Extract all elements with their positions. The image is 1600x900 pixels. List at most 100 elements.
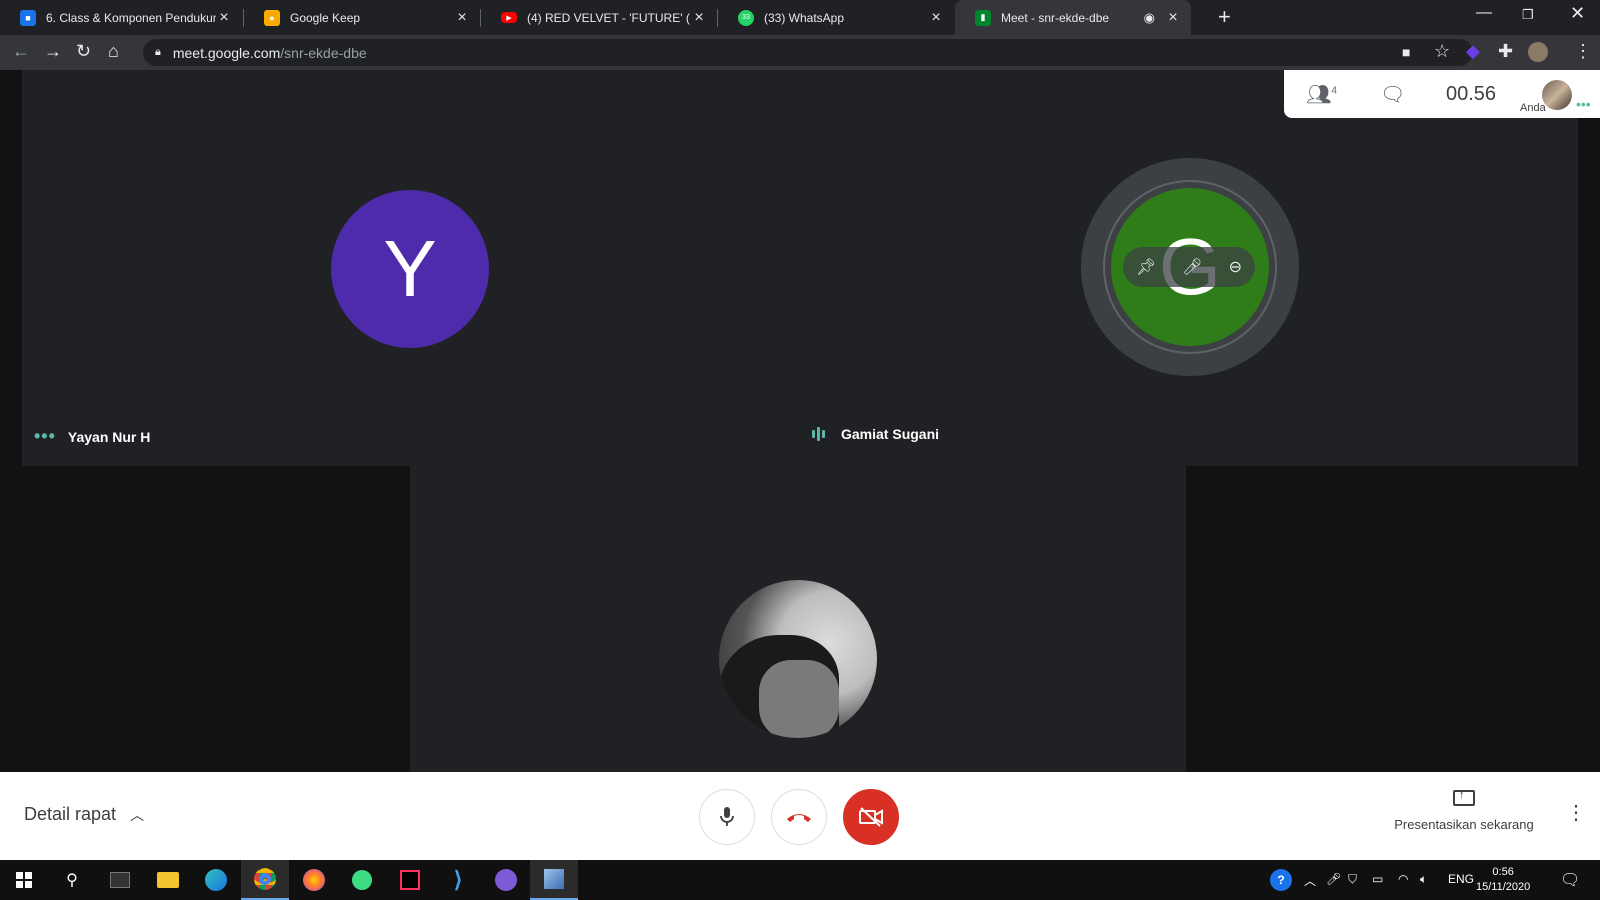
- maps-app-icon[interactable]: [338, 860, 386, 900]
- tab-label: (4) RED VELVET - 'FUTURE' (미래): [527, 11, 691, 25]
- participant-name-text: Yayan Nur H: [67, 428, 151, 445]
- url-path: /snr-ekde-dbe: [280, 44, 367, 61]
- help-icon[interactable]: ?: [1270, 869, 1292, 891]
- forward-icon[interactable]: →: [44, 41, 62, 62]
- back-icon[interactable]: ←: [12, 41, 30, 62]
- audio-level-icon: [812, 427, 827, 441]
- meeting-details-button[interactable]: Detail rapat ︿: [24, 804, 144, 825]
- home-icon[interactable]: ⌂: [108, 41, 119, 62]
- close-icon[interactable]: ×: [1165, 9, 1181, 27]
- notifications-icon[interactable]: 🗨︎: [1560, 870, 1580, 890]
- participant-name: Gamiat Sugani: [812, 426, 939, 442]
- video-off-icon: [859, 807, 883, 827]
- start-button[interactable]: [0, 860, 48, 900]
- meet-favicon: ▮: [975, 9, 991, 26]
- present-now-button[interactable]: Presentasikan sekarang: [1384, 789, 1544, 832]
- browser-tab-bar: ■ 6. Class & Komponen Pendukung × ● Goog…: [0, 0, 1600, 35]
- show-hidden-icons[interactable]: ︿: [1304, 872, 1316, 889]
- intellij-icon[interactable]: [386, 860, 434, 900]
- camera-icon[interactable]: ■: [1402, 44, 1410, 60]
- profile-avatar[interactable]: [1528, 42, 1548, 62]
- tab-whatsapp[interactable]: 33 (33) WhatsApp ×: [718, 0, 954, 35]
- github-desktop-icon[interactable]: [482, 860, 530, 900]
- more-dots-icon: •••: [34, 426, 56, 446]
- people-icon[interactable]: 👥︎4: [1306, 82, 1337, 107]
- present-now-label: Presentasikan sekarang: [1394, 817, 1534, 832]
- file-explorer-icon[interactable]: [144, 860, 192, 900]
- tab-google-keep[interactable]: ● Google Keep ×: [244, 0, 480, 35]
- recording-icon: ◉: [1143, 9, 1155, 25]
- minimize-icon[interactable]: —: [1476, 4, 1492, 22]
- meeting-info-panel: 👥︎4 🗨︎ 00.56 Anda •••: [1284, 70, 1600, 118]
- close-icon[interactable]: ×: [454, 9, 470, 27]
- camera-off-button[interactable]: [843, 789, 899, 845]
- chrome-icon[interactable]: [241, 860, 289, 900]
- tab-label: Google Keep: [290, 10, 361, 25]
- participant-tile-gamiat[interactable]: G 📌︎ 🎤︎ ⊖ Gamiat Sugani: [800, 70, 1578, 466]
- self-view-tile[interactable]: [410, 466, 1186, 772]
- new-tab-icon[interactable]: +: [1218, 4, 1231, 30]
- extension-icon[interactable]: ◆: [1466, 41, 1480, 62]
- volume-icon[interactable]: 🔈︎: [1420, 872, 1427, 887]
- tab-label: (33) WhatsApp: [764, 10, 845, 25]
- self-label: Anda: [1520, 102, 1546, 114]
- puzzle-icon[interactable]: ✚: [1498, 41, 1513, 62]
- participant-name-text: Gamiat Sugani: [841, 426, 940, 442]
- keep-favicon: ●: [264, 9, 280, 26]
- leave-call-button[interactable]: [771, 789, 827, 845]
- microphone-icon: [720, 807, 734, 826]
- tab-meet[interactable]: ▮ Meet - snr-ekde-dbe ◉ ×: [955, 0, 1191, 35]
- browser-toolbar: ← → ↻ ⌂ 🔒︎ meet.google.com /snr-ekde-dbe…: [0, 35, 1600, 70]
- avatar-initial: Y: [383, 224, 437, 313]
- more-options-icon[interactable]: ⋮: [1566, 800, 1586, 825]
- restore-icon[interactable]: ❐: [1522, 7, 1534, 23]
- window-close-icon[interactable]: ✕: [1570, 3, 1585, 24]
- participant-count: 4: [1331, 85, 1337, 97]
- meeting-details-label: Detail rapat: [24, 804, 117, 824]
- hang-up-icon: [787, 814, 811, 822]
- menu-icon[interactable]: ⋮: [1574, 41, 1592, 62]
- star-icon[interactable]: ☆: [1434, 41, 1450, 62]
- taskbar-time: 0:56: [1492, 866, 1514, 878]
- taskbar-clock[interactable]: 0:56 15/11/2020: [1476, 865, 1530, 895]
- tab-class[interactable]: ■ 6. Class & Komponen Pendukung ×: [0, 0, 242, 35]
- reload-icon[interactable]: ↻: [76, 41, 91, 62]
- participant-tile-yayan[interactable]: Y ••• Yayan Nur H: [22, 70, 800, 466]
- self-avatar[interactable]: [1542, 80, 1572, 110]
- close-icon[interactable]: ×: [216, 9, 232, 27]
- url-host: meet.google.com: [172, 44, 281, 61]
- battery-icon[interactable]: ▭: [1372, 872, 1383, 886]
- security-icon[interactable]: ⛉: [1348, 872, 1357, 887]
- windows-taskbar: ⚲ ⟩ ? ︿ 🎤︎ ⛉ ▭ ◠ 🔈︎ ENG 0:56 15/11/2020 …: [0, 860, 1600, 900]
- chevron-up-icon: ︿: [130, 806, 145, 823]
- present-screen-icon: [1453, 789, 1475, 806]
- tile-hover-controls: 📌︎ 🎤︎ ⊖: [1123, 247, 1255, 287]
- tab-youtube[interactable]: ▶ (4) RED VELVET - 'FUTURE' (미래) ×: [481, 0, 717, 35]
- meeting-controls-bar: Detail rapat ︿ Presentasikan sekarang ⋮: [0, 772, 1600, 860]
- pin-icon[interactable]: 📌︎: [1136, 257, 1156, 277]
- virtualbox-icon[interactable]: [530, 860, 578, 900]
- class-favicon: ■: [20, 9, 36, 26]
- close-icon[interactable]: ×: [928, 9, 944, 27]
- tab-label: Meet - snr-ekde-dbe: [1001, 10, 1110, 25]
- firefox-icon[interactable]: [290, 860, 338, 900]
- meeting-stage: Y ••• Yayan Nur H G 📌︎ 🎤︎ ⊖ Gamiat Sugan…: [0, 70, 1600, 772]
- mute-participant-icon[interactable]: 🎤︎: [1182, 257, 1202, 277]
- close-icon[interactable]: ×: [691, 9, 707, 27]
- remove-participant-icon[interactable]: ⊖: [1229, 257, 1242, 277]
- more-dots-icon: •••: [1576, 96, 1591, 112]
- edge-icon[interactable]: [192, 860, 240, 900]
- windows-icon: [16, 872, 32, 888]
- microphone-button[interactable]: [699, 789, 755, 845]
- meeting-clock: 00.56: [1446, 83, 1497, 105]
- address-bar[interactable]: 🔒︎ meet.google.com /snr-ekde-dbe: [143, 39, 1473, 66]
- chat-icon[interactable]: 🗨︎: [1380, 82, 1405, 107]
- language-indicator[interactable]: ENG: [1448, 872, 1474, 886]
- terminal-icon[interactable]: [96, 860, 144, 900]
- wifi-icon[interactable]: ◠: [1398, 872, 1408, 886]
- participant-name: ••• Yayan Nur H: [34, 426, 150, 447]
- vscode-icon[interactable]: ⟩: [434, 860, 482, 900]
- tab-label: 6. Class & Komponen Pendukung: [46, 10, 216, 25]
- search-icon[interactable]: ⚲: [48, 860, 96, 900]
- participant-avatar: Y: [331, 190, 489, 348]
